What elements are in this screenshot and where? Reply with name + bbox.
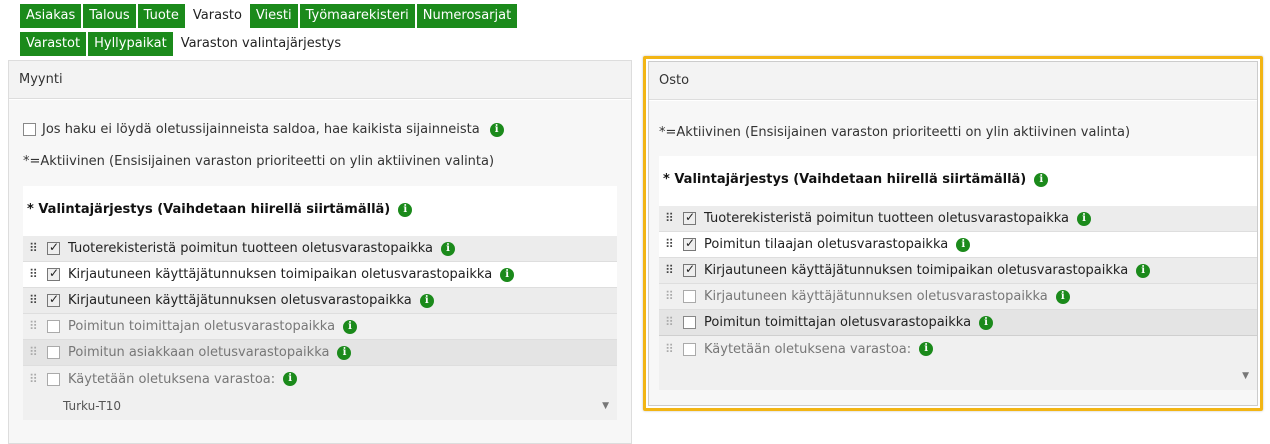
drag-handle-icon[interactable]: ⠿ bbox=[29, 294, 39, 307]
info-icon[interactable]: i bbox=[1055, 289, 1070, 304]
drag-handle-icon[interactable]: ⠿ bbox=[29, 372, 39, 386]
row-label: Poimitun asiakkaan oletusvarastopaikka bbox=[68, 345, 330, 360]
main-tabs: Asiakas Talous Tuote Varasto Viesti Työm… bbox=[20, 4, 518, 28]
list-item[interactable]: ⠿ Kirjautuneen käyttäjätunnuksen toimipa… bbox=[659, 258, 1257, 284]
list-item[interactable]: ⠿ Poimitun toimittajan oletusvarastopaik… bbox=[23, 314, 617, 340]
tab-varastot[interactable]: Varastot bbox=[20, 32, 87, 56]
myynti-title: Myynti bbox=[9, 61, 631, 99]
row-label: Poimitun tilaajan oletusvarastopaikka bbox=[704, 237, 949, 252]
row-label: Käytetään oletuksena varastoa: bbox=[68, 371, 276, 387]
list-item[interactable]: ⠿ Kirjautuneen käyttäjätunnuksen toimipa… bbox=[23, 262, 617, 288]
row-checkbox[interactable] bbox=[47, 346, 60, 359]
row-label: Kirjautuneen käyttäjätunnuksen oletusvar… bbox=[704, 289, 1048, 304]
drag-handle-icon[interactable]: ⠿ bbox=[665, 290, 675, 303]
tab-tuote[interactable]: Tuote bbox=[137, 4, 185, 28]
tab-tyomaarekisteri[interactable]: Työmaarekisteri bbox=[299, 4, 415, 28]
info-icon[interactable]: i bbox=[441, 241, 455, 256]
info-icon[interactable]: i bbox=[398, 202, 413, 217]
info-icon[interactable]: i bbox=[1077, 211, 1091, 226]
info-icon[interactable]: i bbox=[919, 342, 934, 356]
row-checkbox[interactable] bbox=[683, 316, 696, 329]
list-item[interactable]: ⠿ Poimitun asiakkaan oletusvarastopaikka… bbox=[23, 340, 617, 366]
info-icon[interactable]: i bbox=[489, 122, 504, 137]
row-label: Kirjautuneen käyttäjätunnuksen toimipaik… bbox=[704, 263, 1129, 278]
row-checkbox[interactable] bbox=[47, 320, 60, 333]
chevron-down-icon[interactable]: ▼ bbox=[1242, 371, 1249, 381]
list-item[interactable]: ⠿ Kirjautuneen käyttäjätunnuksen oletusv… bbox=[23, 288, 617, 314]
info-icon[interactable]: i bbox=[419, 293, 434, 308]
row-checkbox[interactable] bbox=[47, 372, 60, 386]
list-item[interactable]: ⠿ Tuoterekisteristä poimitun tuotteen ol… bbox=[659, 206, 1257, 232]
sub-tabs: Varastot Hyllypaikat Varaston valintajär… bbox=[20, 32, 348, 56]
osto-panel: Osto *=Aktiivinen (Ensisijainen varaston… bbox=[648, 61, 1258, 406]
info-icon[interactable]: i bbox=[1034, 172, 1049, 187]
info-icon[interactable]: i bbox=[979, 315, 994, 330]
row-label: Käytetään oletuksena varastoa: bbox=[704, 341, 912, 357]
list-item[interactable]: ⠿ Poimitun toimittajan oletusvarastopaik… bbox=[659, 310, 1257, 336]
row-checkbox[interactable] bbox=[47, 240, 60, 255]
drag-handle-icon[interactable]: ⠿ bbox=[665, 238, 675, 251]
info-icon[interactable]: i bbox=[343, 319, 358, 334]
row-checkbox[interactable] bbox=[683, 290, 696, 303]
info-icon[interactable]: i bbox=[337, 345, 352, 360]
drag-handle-icon[interactable]: ⠿ bbox=[29, 320, 39, 333]
myynti-section-title-wrap: * Valintajärjestys (Vaihdetaan hiirellä … bbox=[27, 202, 413, 217]
myynti-body: Jos haku ei löydä oletussijainneista sal… bbox=[9, 100, 631, 443]
osto-section-title: * Valintajärjestys (Vaihdetaan hiirellä … bbox=[663, 172, 1027, 187]
tab-hyllypaikat[interactable]: Hyllypaikat bbox=[88, 32, 173, 56]
drag-handle-icon[interactable]: ⠿ bbox=[29, 346, 39, 359]
row-checkbox[interactable] bbox=[683, 210, 696, 225]
row-label: Tuoterekisteristä poimitun tuotteen olet… bbox=[704, 211, 1069, 226]
row-label: Poimitun toimittajan oletusvarastopaikka bbox=[68, 319, 336, 334]
default-warehouse-value: Turku-T10 bbox=[63, 399, 122, 413]
list-item[interactable]: ⠿ Tuoterekisteristä poimitun tuotteen ol… bbox=[23, 236, 617, 262]
row-checkbox[interactable] bbox=[683, 236, 696, 251]
row-label: Kirjautuneen käyttäjätunnuksen oletusvar… bbox=[68, 293, 412, 308]
list-item[interactable]: ⠿ Käytetään oletuksena varastoa: i bbox=[23, 366, 617, 392]
osto-title: Osto bbox=[649, 62, 1257, 100]
drag-handle-icon[interactable]: ⠿ bbox=[665, 342, 675, 356]
fallback-checkbox[interactable] bbox=[23, 123, 36, 136]
osto-active-note: *=Aktiivinen (Ensisijainen varaston prio… bbox=[659, 125, 1131, 140]
info-icon[interactable]: i bbox=[956, 237, 971, 252]
row-checkbox[interactable] bbox=[47, 266, 60, 281]
drag-handle-icon[interactable]: ⠿ bbox=[665, 316, 675, 329]
tab-varaston-valintajarjestys[interactable]: Varaston valintajärjestys bbox=[174, 32, 348, 56]
info-icon[interactable]: i bbox=[500, 267, 515, 282]
fallback-label: Jos haku ei löydä oletussijainneista sal… bbox=[42, 122, 480, 137]
tab-viesti[interactable]: Viesti bbox=[249, 4, 298, 28]
row-checkbox[interactable] bbox=[683, 342, 696, 356]
default-warehouse-select[interactable]: Turku-T10 ▼ bbox=[23, 392, 617, 420]
list-item[interactable]: ⠿ Käytetään oletuksena varastoa: i bbox=[659, 336, 1257, 362]
tab-asiakas[interactable]: Asiakas bbox=[20, 4, 82, 28]
osto-body: *=Aktiivinen (Ensisijainen varaston prio… bbox=[649, 101, 1257, 405]
drag-handle-icon[interactable]: ⠿ bbox=[665, 264, 675, 277]
drag-handle-icon[interactable]: ⠿ bbox=[29, 242, 39, 255]
osto-section-title-wrap: * Valintajärjestys (Vaihdetaan hiirellä … bbox=[663, 172, 1049, 187]
fallback-option: Jos haku ei löydä oletussijainneista sal… bbox=[23, 122, 504, 137]
myynti-section-header: * Valintajärjestys (Vaihdetaan hiirellä … bbox=[23, 186, 617, 236]
myynti-active-note: *=Aktiivinen (Ensisijainen varaston prio… bbox=[23, 154, 495, 169]
row-checkbox[interactable] bbox=[47, 292, 60, 307]
myynti-section-title: * Valintajärjestys (Vaihdetaan hiirellä … bbox=[27, 202, 391, 217]
list-item[interactable]: ⠿ Kirjautuneen käyttäjätunnuksen oletusv… bbox=[659, 284, 1257, 310]
osto-order-list: ⠿ Tuoterekisteristä poimitun tuotteen ol… bbox=[659, 206, 1257, 390]
info-icon[interactable]: i bbox=[283, 372, 298, 386]
tab-numerosarjat[interactable]: Numerosarjat bbox=[416, 4, 518, 28]
myynti-order-list: ⠿ Tuoterekisteristä poimitun tuotteen ol… bbox=[23, 236, 617, 420]
tab-talous[interactable]: Talous bbox=[83, 4, 136, 28]
drag-handle-icon[interactable]: ⠿ bbox=[29, 268, 39, 281]
myynti-panel: Myynti Jos haku ei löydä oletussijainnei… bbox=[8, 60, 632, 444]
osto-section-header: * Valintajärjestys (Vaihdetaan hiirellä … bbox=[659, 156, 1257, 206]
row-label: Kirjautuneen käyttäjätunnuksen toimipaik… bbox=[68, 267, 493, 282]
list-item[interactable]: ⠿ Poimitun tilaajan oletusvarastopaikka … bbox=[659, 232, 1257, 258]
drag-handle-icon[interactable]: ⠿ bbox=[665, 212, 675, 225]
chevron-down-icon[interactable]: ▼ bbox=[602, 401, 609, 411]
row-label: Tuoterekisteristä poimitun tuotteen olet… bbox=[68, 241, 433, 256]
tab-varasto[interactable]: Varasto bbox=[186, 4, 248, 28]
row-checkbox[interactable] bbox=[683, 262, 696, 277]
info-icon[interactable]: i bbox=[1136, 263, 1151, 278]
row-label: Poimitun toimittajan oletusvarastopaikka bbox=[704, 315, 972, 330]
default-warehouse-select[interactable]: ▼ bbox=[659, 362, 1257, 390]
